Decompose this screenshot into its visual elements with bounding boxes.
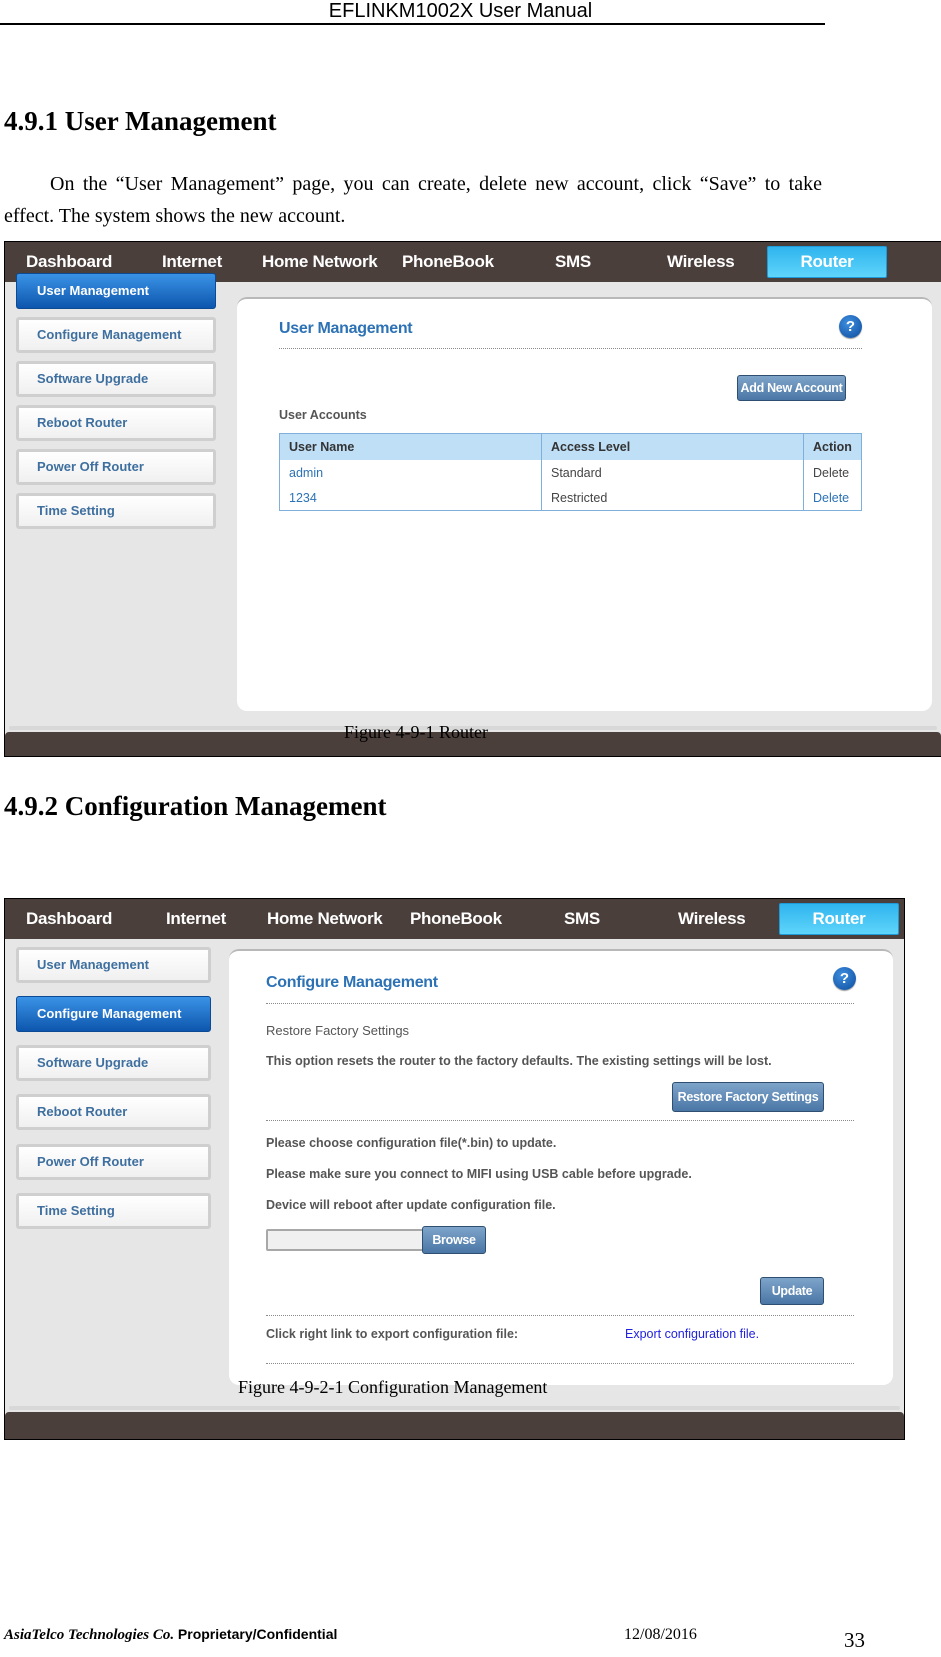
intro-paragraph: On the “User Management” page, you can c… xyxy=(4,168,822,232)
tab-internet[interactable]: Internet xyxy=(166,899,226,939)
document-header: EFLINKM1002X User Manual xyxy=(0,0,825,25)
help-icon[interactable]: ? xyxy=(833,967,856,990)
router-ui-user-management: Dashboard Internet Home Network PhoneBoo… xyxy=(4,241,941,757)
divider xyxy=(266,1315,854,1316)
tab-wireless[interactable]: Wireless xyxy=(678,899,746,939)
update-instruction-1: Please choose configuration file(*.bin) … xyxy=(266,1136,557,1150)
update-button[interactable]: Update xyxy=(760,1277,824,1305)
update-instruction-3: Device will reboot after update configur… xyxy=(266,1198,556,1212)
figure-caption: Figure 4-9-2-1 Configuration Management xyxy=(238,1377,548,1397)
browse-button[interactable]: Browse xyxy=(422,1226,486,1254)
tab-sms[interactable]: SMS xyxy=(564,899,600,939)
confidential-label: Proprietary/Confidential xyxy=(177,1626,338,1642)
divider xyxy=(266,1003,854,1004)
sidebar-item-power-off-router[interactable]: Power Off Router xyxy=(16,1144,211,1180)
tab-sms[interactable]: SMS xyxy=(555,242,591,282)
sidebar-item-configure-management[interactable]: Configure Management xyxy=(16,996,211,1032)
section-heading-user-management: 4.9.1 User Management xyxy=(4,106,277,136)
access-level-cell: Standard xyxy=(541,460,804,485)
sidebar-item-power-off-router[interactable]: Power Off Router xyxy=(16,449,216,485)
user-accounts-label: User Accounts xyxy=(279,408,367,422)
delete-link[interactable]: Delete xyxy=(803,485,862,511)
tab-wireless[interactable]: Wireless xyxy=(667,242,735,282)
figure-caption: Figure 4-9-1 Router xyxy=(344,722,488,742)
table-row: 1234 Restricted Delete xyxy=(280,485,862,511)
update-instruction-2: Please make sure you connect to MIFI usi… xyxy=(266,1167,692,1181)
page-title: Configure Management xyxy=(266,974,438,991)
access-level-cell: Restricted xyxy=(541,485,804,511)
divider xyxy=(279,348,862,349)
add-new-account-button[interactable]: Add New Account xyxy=(737,375,846,401)
tab-phonebook[interactable]: PhoneBook xyxy=(410,899,502,939)
restore-factory-heading: Restore Factory Settings xyxy=(266,1023,410,1038)
footer-company: AsiaTelco Technologies Co. Proprietary/C… xyxy=(4,1626,337,1644)
help-icon[interactable]: ? xyxy=(839,315,862,338)
content-panel: Configure Management ? Restore Factory S… xyxy=(229,949,893,1385)
table-header-row: User Name Access Level Action xyxy=(279,433,862,460)
export-config-label: Click right link to export configuration… xyxy=(266,1327,519,1341)
sidebar-item-configure-management[interactable]: Configure Management xyxy=(16,317,216,353)
sidebar-item-user-management[interactable]: User Management xyxy=(16,947,211,983)
tab-home-network[interactable]: Home Network xyxy=(262,242,378,282)
sidebar-item-software-upgrade[interactable]: Software Upgrade xyxy=(16,1045,211,1081)
intro-text: On the “User Management” page, you can c… xyxy=(4,173,822,227)
user-name-cell: 1234 xyxy=(289,490,317,505)
column-header-user-name: User Name xyxy=(279,433,542,460)
tab-phonebook[interactable]: PhoneBook xyxy=(402,242,494,282)
tab-router[interactable]: Router xyxy=(779,903,899,935)
tab-home-network[interactable]: Home Network xyxy=(267,899,383,939)
content-panel: User Management ? Add New Account User A… xyxy=(237,297,932,711)
user-accounts-table: User Name Access Level Action admin Stan… xyxy=(279,433,862,511)
sidebar-item-software-upgrade[interactable]: Software Upgrade xyxy=(16,361,216,397)
restore-factory-settings-button[interactable]: Restore Factory Settings xyxy=(672,1082,824,1112)
sidebar-item-user-management[interactable]: User Management xyxy=(16,273,216,309)
footer-bar xyxy=(5,1412,904,1439)
page-number: 33 xyxy=(844,1628,865,1652)
divider xyxy=(266,1363,854,1364)
column-header-action: Action xyxy=(803,433,862,460)
tab-router[interactable]: Router xyxy=(767,246,887,278)
section-heading-configuration-management: 4.9.2 Configuration Management xyxy=(4,791,387,821)
column-header-access-level: Access Level xyxy=(541,433,804,460)
delete-link[interactable]: Delete xyxy=(803,460,862,485)
router-ui-configure-management: Dashboard Internet Home Network PhoneBoo… xyxy=(4,898,905,1440)
tab-dashboard[interactable]: Dashboard xyxy=(26,899,112,939)
company-name: AsiaTelco Technologies Co. xyxy=(4,1627,175,1643)
document-title: EFLINKM1002X User Manual xyxy=(328,0,593,22)
sidebar-item-time-setting[interactable]: Time Setting xyxy=(16,1193,211,1229)
user-name-cell: admin xyxy=(289,465,324,480)
page-title: User Management xyxy=(279,320,413,337)
config-file-input[interactable] xyxy=(266,1229,424,1251)
sidebar-item-time-setting[interactable]: Time Setting xyxy=(16,493,216,529)
divider xyxy=(266,1120,854,1121)
restore-factory-description: This option resets the router to the fac… xyxy=(266,1054,772,1068)
footer-date: 12/08/2016 xyxy=(624,1626,697,1643)
export-config-link[interactable]: Export configuration file. xyxy=(625,1327,759,1341)
table-row: admin Standard Delete xyxy=(280,460,862,485)
footer-separator xyxy=(9,1406,900,1410)
sidebar-item-reboot-router[interactable]: Reboot Router xyxy=(16,405,216,441)
top-navigation: Dashboard Internet Home Network PhoneBoo… xyxy=(5,899,904,939)
sidebar-item-reboot-router[interactable]: Reboot Router xyxy=(16,1094,211,1130)
